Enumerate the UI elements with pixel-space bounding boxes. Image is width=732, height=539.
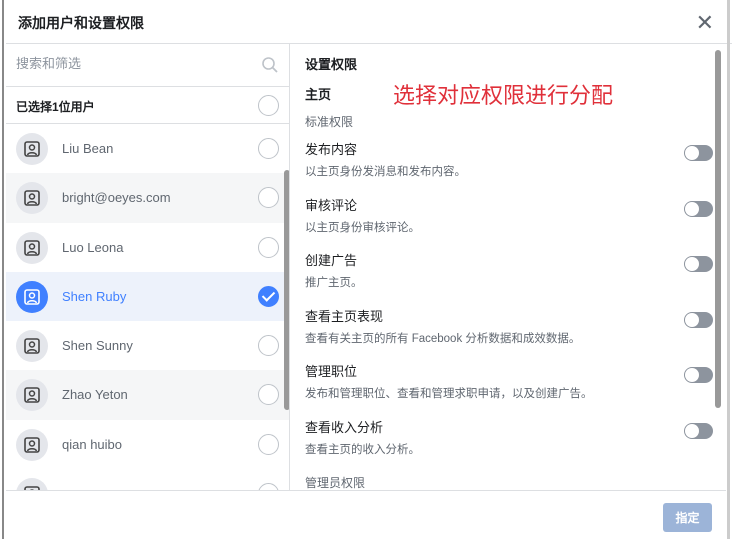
permissions-heading: 设置权限 xyxy=(305,57,358,72)
permission-toggle[interactable] xyxy=(684,256,713,272)
permission-description: 以主页身份发消息和发布内容。 xyxy=(305,166,466,178)
select-all-row[interactable]: 已选择1位用户 xyxy=(6,87,289,124)
permission-toggle[interactable] xyxy=(684,145,713,161)
permission-title: 审核评论 xyxy=(305,197,358,213)
permission-item: 审核评论 以主页身份审核评论。 xyxy=(305,195,713,245)
user-name: Shen Sunny xyxy=(62,338,133,354)
standard-permissions-label: 标准权限 xyxy=(305,115,354,129)
permission-toggle[interactable] xyxy=(684,200,713,217)
dialog-footer: 指定 xyxy=(6,490,726,539)
user-list: Liu Bean bright@oeyes.com Luo Leona Shen… xyxy=(6,124,289,490)
window-edge-right xyxy=(727,0,730,539)
user-row[interactable]: bright@oeyes.com xyxy=(6,173,289,223)
user-name: Liu Bean xyxy=(62,141,114,156)
avatar-icon xyxy=(16,231,48,264)
search-bar xyxy=(6,44,289,87)
permission-description: 推广主页。 xyxy=(305,277,363,289)
annotation-text: 选择对应权限进行分配 xyxy=(393,83,614,108)
user-name: bright@oeyes.com xyxy=(62,190,171,206)
user-row[interactable]: Luo Leona xyxy=(6,223,289,272)
permission-description: 以主页身份审核评论。 xyxy=(305,221,420,234)
permission-description: 发布和管理职位、查看和管理求职申请，以及创建广告。 xyxy=(305,388,593,400)
user-name: Luo Leona xyxy=(62,239,124,255)
user-panel: 已选择1位用户 Liu Bean bright@oeyes.com Luo Le… xyxy=(6,44,290,490)
user-select-radio[interactable] xyxy=(258,335,279,357)
permission-description: 查看有关主页的所有 Facebook 分析数据和成效数据。 xyxy=(305,332,581,345)
user-row[interactable]: Liu Bean xyxy=(6,124,289,173)
avatar-icon xyxy=(16,428,48,461)
window-edge xyxy=(2,0,4,539)
permission-title: 查看主页表现 xyxy=(305,308,384,324)
permissions-scrollbar[interactable] xyxy=(715,50,721,408)
dialog-title: 添加用户和设置权限 xyxy=(18,15,144,31)
user-select-radio[interactable] xyxy=(258,384,279,406)
permission-toggle[interactable] xyxy=(684,422,713,439)
section-title: 主页 xyxy=(305,87,332,102)
user-select-radio[interactable] xyxy=(258,433,279,455)
avatar-icon xyxy=(16,330,48,363)
search-icon[interactable] xyxy=(261,56,279,74)
dialog-header: 添加用户和设置权限 ✕ xyxy=(6,0,732,44)
admin-permissions-label: 管理员权限 xyxy=(305,476,366,490)
permission-item: 发布内容 以主页身份发消息和发布内容。 xyxy=(305,139,713,189)
user-row[interactable]: Shen Ruby xyxy=(6,271,289,322)
avatar-icon xyxy=(16,379,48,412)
user-select-radio[interactable] xyxy=(258,187,279,209)
permission-title: 创建广告 xyxy=(305,253,358,268)
confirm-button[interactable]: 指定 xyxy=(663,503,712,532)
permission-item: 查看主页表现 查看有关主页的所有 Facebook 分析数据和成效数据。 xyxy=(305,306,713,356)
avatar-icon xyxy=(16,182,48,215)
permission-title: 管理职位 xyxy=(305,364,358,379)
permissions-panel: 设置权限 主页 选择对应权限进行分配 标准权限 发布内容 以主页身份发消息和发布… xyxy=(290,44,726,490)
user-name: qian huibo xyxy=(62,436,122,452)
user-name: Shen Ruby xyxy=(62,288,127,304)
user-row[interactable]: qian huibo xyxy=(6,420,289,469)
close-icon[interactable]: ✕ xyxy=(696,10,714,36)
user-select-radio[interactable] xyxy=(258,285,279,307)
permission-title: 查看收入分析 xyxy=(305,419,384,435)
avatar-icon xyxy=(16,133,48,165)
permission-title: 发布内容 xyxy=(305,142,358,157)
permission-item: 创建广告 推广主页。 xyxy=(305,250,713,300)
selected-count: 已选择1位用户 xyxy=(16,100,95,114)
user-name: Zhao Yeton xyxy=(62,387,128,403)
permission-item: 管理职位 发布和管理职位、查看和管理求职申请，以及创建广告。 xyxy=(305,361,713,411)
select-all-radio[interactable] xyxy=(258,95,279,116)
avatar-icon xyxy=(16,280,48,313)
permission-description: 查看主页的收入分析。 xyxy=(305,443,420,456)
avatar-icon xyxy=(16,478,48,490)
user-select-radio[interactable] xyxy=(258,483,279,490)
user-row[interactable]: Zhao Yeton xyxy=(6,370,289,420)
search-input[interactable] xyxy=(16,56,246,71)
user-select-radio[interactable] xyxy=(258,138,279,159)
permission-item: 查看收入分析 查看主页的收入分析。 xyxy=(305,417,713,467)
user-row-partial[interactable] xyxy=(6,469,289,490)
user-select-radio[interactable] xyxy=(258,236,279,258)
permission-toggle[interactable] xyxy=(684,367,713,383)
user-row[interactable]: Shen Sunny xyxy=(6,321,289,370)
permission-toggle[interactable] xyxy=(684,311,713,328)
